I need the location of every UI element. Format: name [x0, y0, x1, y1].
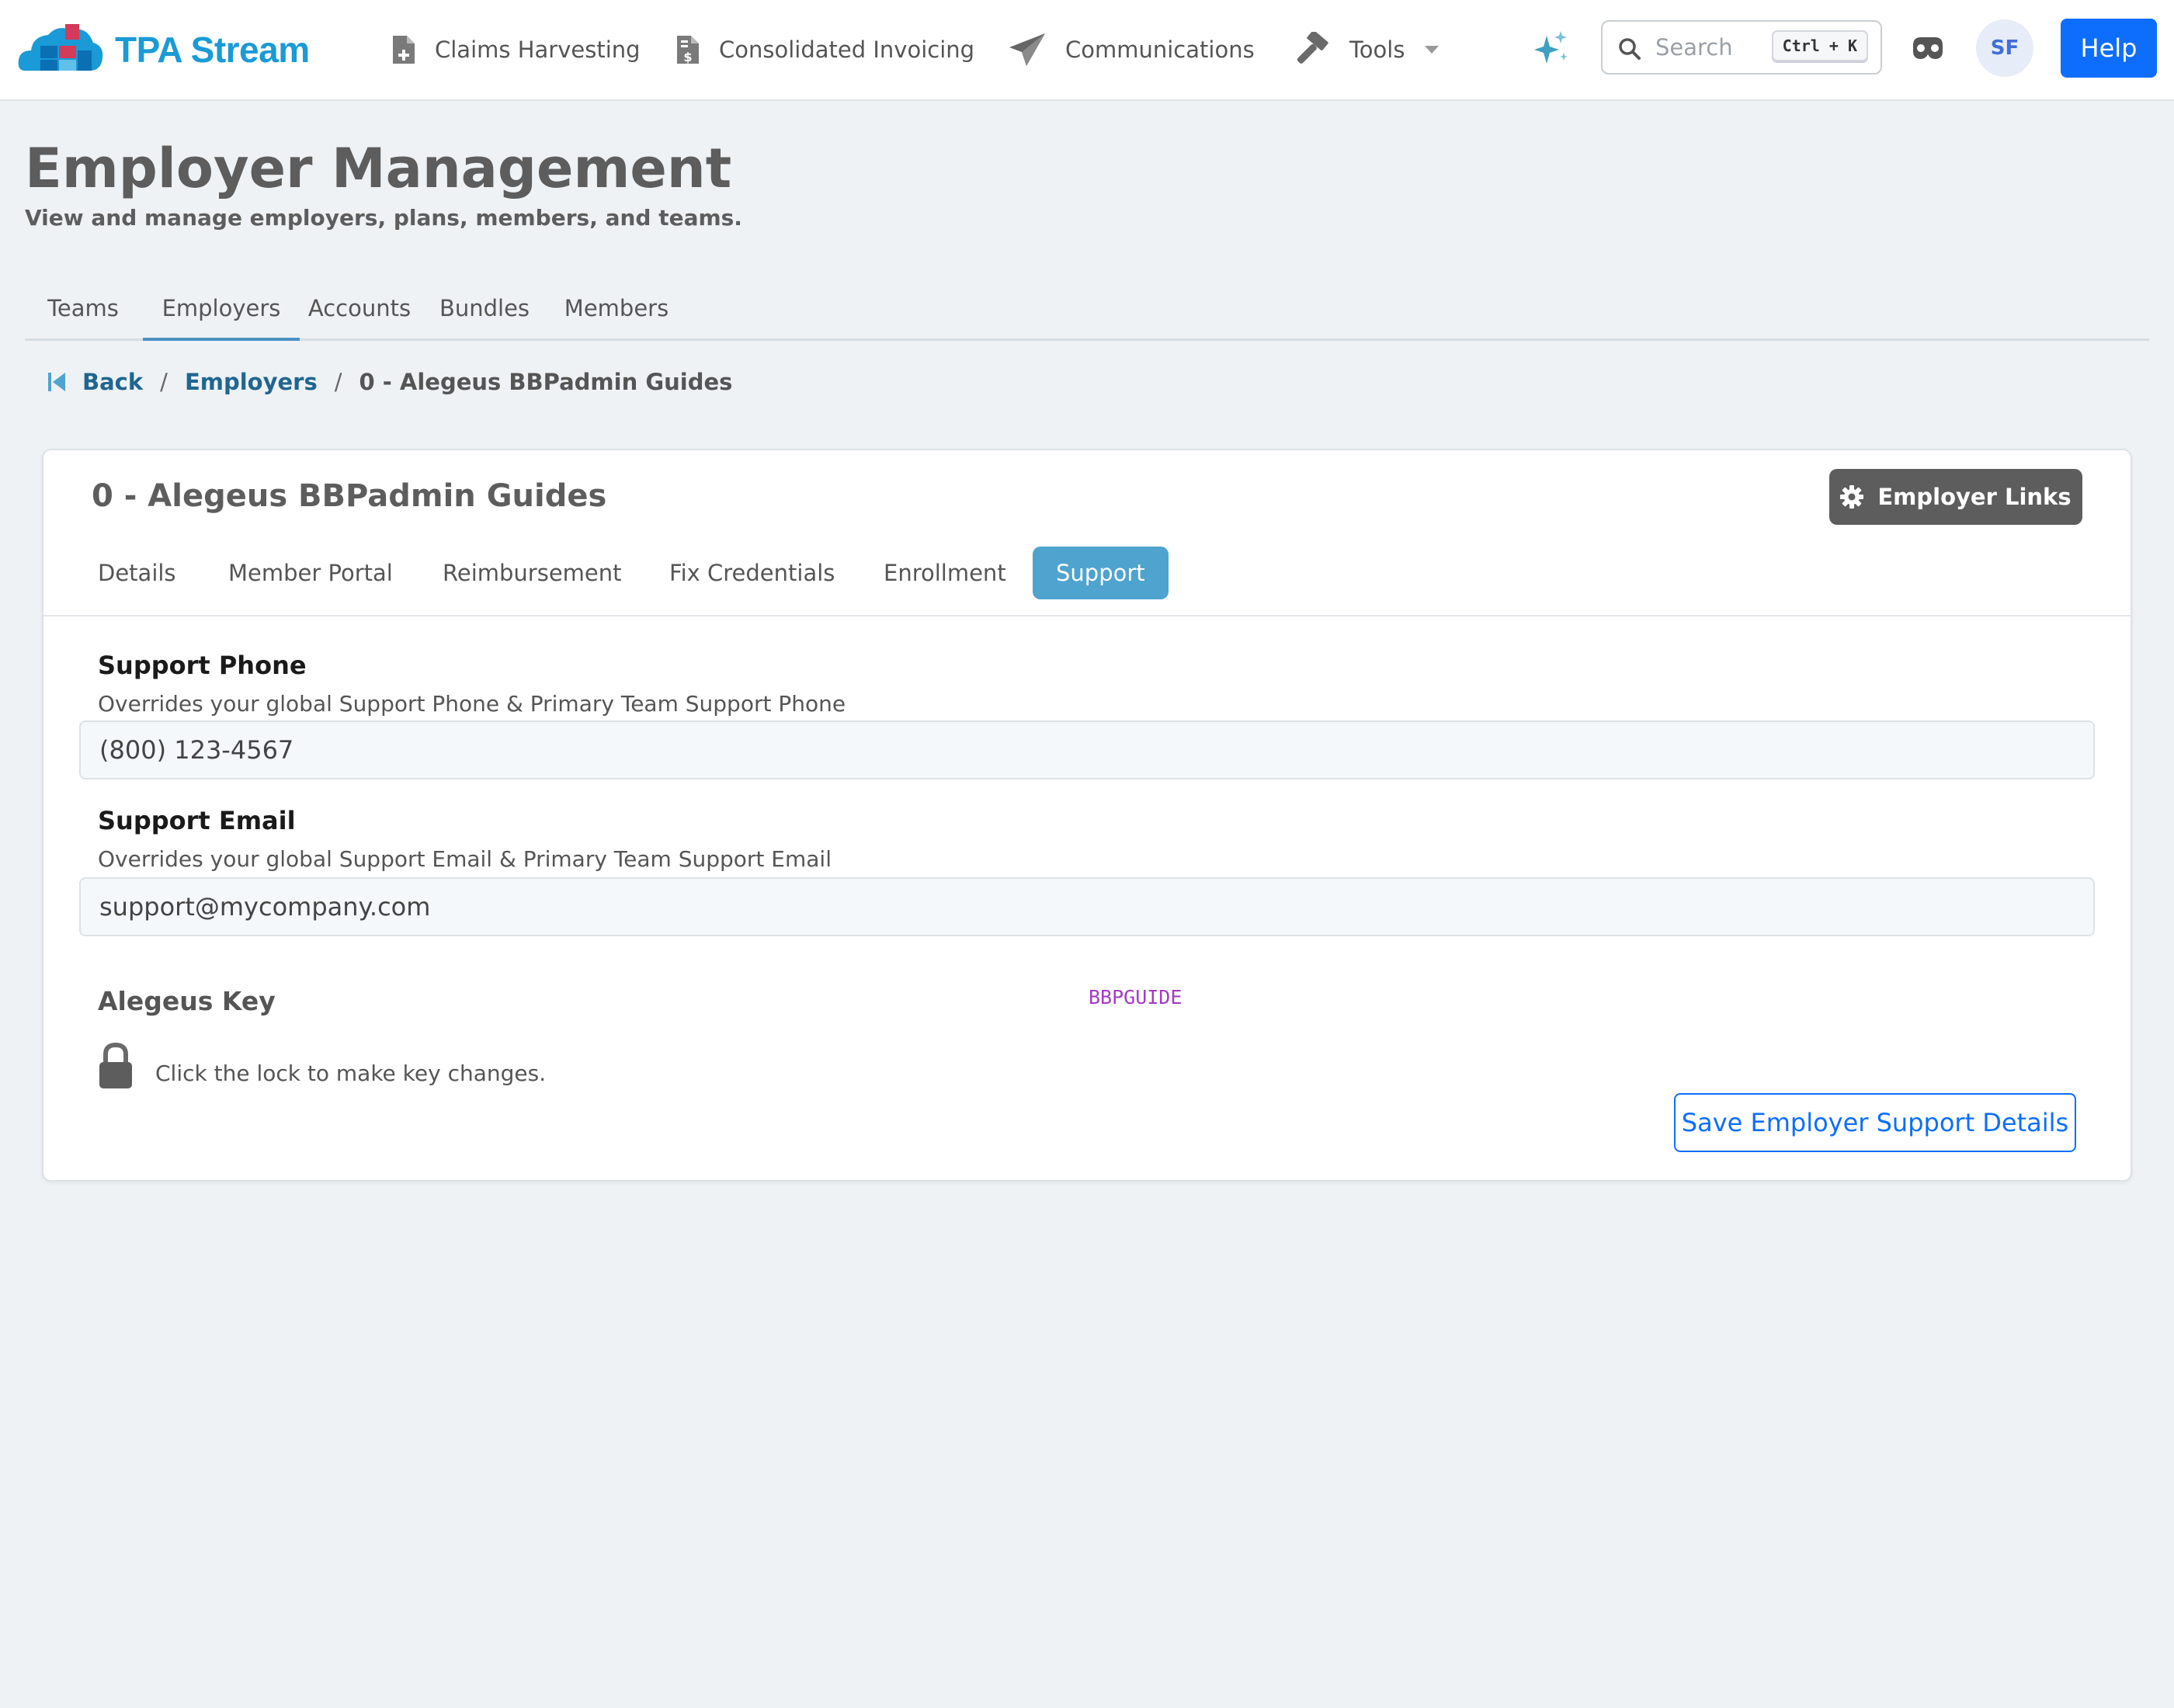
support-email-input[interactable] [79, 877, 2095, 936]
breadcrumb-employers-link[interactable]: Employers [185, 369, 318, 395]
search-placeholder: Search [1655, 34, 1733, 61]
tab-members[interactable]: Members [550, 295, 683, 338]
page-title: Employer Management [25, 137, 732, 200]
nav-label: Consolidated Invoicing [719, 36, 975, 63]
subtab-member-portal[interactable]: Member Portal [205, 547, 416, 599]
tab-employers[interactable]: Employers [143, 295, 300, 341]
employer-card: 0 - Alegeus BBPadmin Guides Employer Lin… [42, 449, 2132, 1182]
chevron-down-icon [1425, 46, 1439, 54]
subtab-support[interactable]: Support [1033, 547, 1169, 599]
support-phone-label: Support Phone [98, 651, 307, 680]
top-navbar: TPA Stream Claims Harvesting $ Consolida… [0, 0, 2174, 101]
nav-label: Communications [1065, 36, 1255, 63]
nav-consolidated-invoicing[interactable]: $ Consolidated Invoicing [675, 26, 974, 73]
support-email-help: Overrides your global Support Email & Pr… [98, 846, 832, 872]
nav-claims-harvesting[interactable]: Claims Harvesting [391, 26, 641, 73]
save-employer-support-button[interactable]: Save Employer Support Details [1674, 1093, 2076, 1152]
breadcrumb-separator: / [334, 369, 342, 395]
employer-links-button[interactable]: Employer Links [1829, 469, 2082, 525]
lock-icon[interactable] [98, 1042, 134, 1090]
lock-instructions: Click the lock to make key changes. [155, 1061, 547, 1086]
gear-icon [1840, 485, 1864, 509]
card-divider [43, 615, 2131, 616]
employer-title: 0 - Alegeus BBPadmin Guides [92, 478, 607, 514]
tab-bundles[interactable]: Bundles [419, 295, 550, 338]
nav-label: Claims Harvesting [435, 36, 641, 63]
search-box[interactable]: Search Ctrl + K [1601, 20, 1882, 75]
breadcrumb-back-link[interactable]: Back [82, 369, 143, 395]
breadcrumb: Back / Employers / 0 - Alegeus BBPadmin … [48, 366, 732, 397]
alegeus-key-value: BBPGUIDE [1089, 986, 1183, 1008]
tab-teams[interactable]: Teams [25, 295, 141, 338]
hammer-icon [1297, 32, 1328, 64]
brand-logo[interactable]: TPA Stream [17, 16, 310, 84]
back-arrow-icon [48, 373, 65, 391]
user-avatar[interactable]: SF [1976, 19, 2033, 77]
nav-communications[interactable]: Communications [1008, 26, 1255, 73]
tab-accounts[interactable]: Accounts [300, 295, 419, 338]
support-phone-help: Overrides your global Support Phone & Pr… [98, 691, 846, 717]
svg-text:$: $ [683, 50, 692, 64]
file-plus-icon [393, 36, 415, 64]
help-button[interactable]: Help [2061, 19, 2157, 78]
employer-links-label: Employer Links [1877, 484, 2072, 510]
mask-icon[interactable] [1912, 36, 1944, 61]
subtab-fix-credentials[interactable]: Fix Credentials [646, 547, 858, 599]
brand-name: TPA Stream [115, 30, 310, 70]
subtab-details[interactable]: Details [75, 547, 200, 599]
ai-sparkle-icon[interactable] [1534, 30, 1570, 65]
file-invoice-dollar-icon: $ [677, 36, 699, 64]
nav-label: Tools [1349, 36, 1405, 63]
nav-tools-dropdown[interactable]: Tools [1292, 26, 1439, 73]
breadcrumb-current: 0 - Alegeus BBPadmin Guides [359, 369, 733, 395]
search-icon [1619, 38, 1641, 60]
support-phone-input[interactable] [79, 720, 2095, 779]
subtab-reimbursement[interactable]: Reimbursement [419, 547, 645, 599]
search-shortcut-badge: Ctrl + K [1771, 30, 1868, 61]
support-email-label: Support Email [98, 806, 296, 835]
main-tabs: Teams Employers Accounts Bundles Members [25, 286, 2149, 341]
cloud-logo-icon [18, 24, 103, 71]
alegeus-key-label: Alegeus Key [98, 986, 276, 1016]
paper-plane-icon [1009, 33, 1045, 66]
subtab-enrollment[interactable]: Enrollment [860, 547, 1030, 599]
breadcrumb-separator: / [160, 369, 168, 395]
page-subtitle: View and manage employers, plans, member… [25, 205, 742, 231]
